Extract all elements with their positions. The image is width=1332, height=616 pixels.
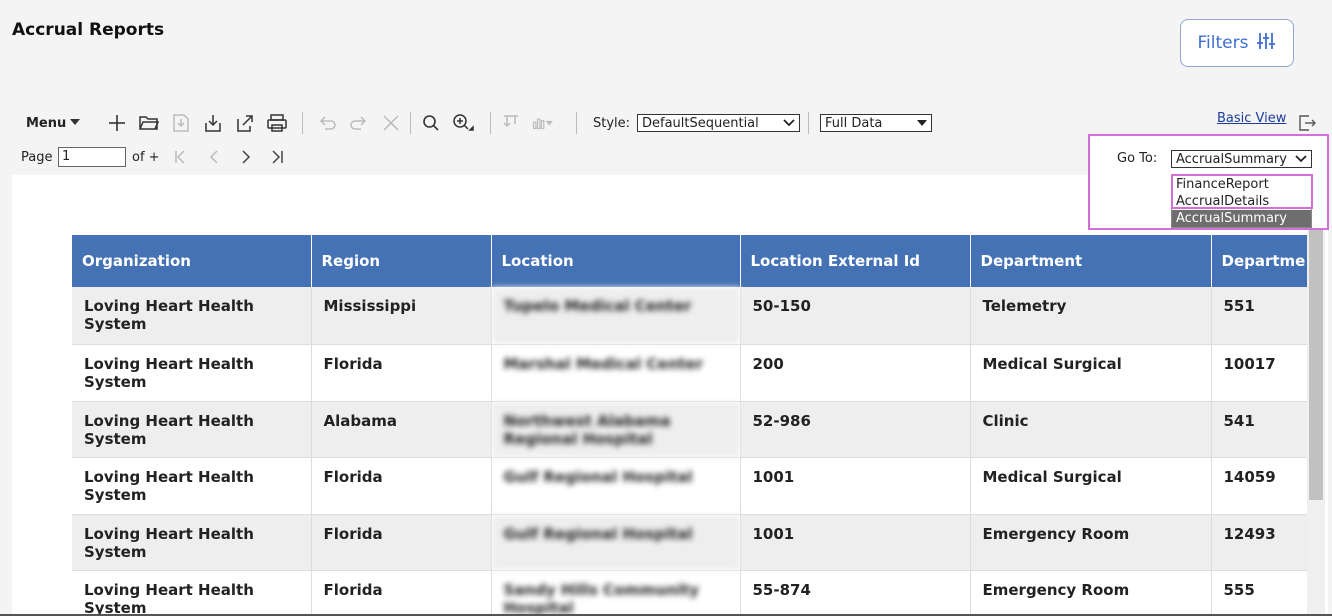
column-header[interactable]: Location xyxy=(491,235,741,287)
style-select[interactable]: DefaultSequential xyxy=(637,114,800,132)
chevron-down-icon xyxy=(783,116,795,131)
column-header[interactable]: Department xyxy=(970,235,1212,287)
goto-select[interactable]: AccrualSummary xyxy=(1171,150,1312,168)
report-area: Organization Region Location Location Ex… xyxy=(12,175,1328,616)
pivot-icon xyxy=(500,112,522,134)
filters-button[interactable]: Filters xyxy=(1180,19,1294,67)
zoom-in-icon[interactable] xyxy=(452,112,474,134)
next-page-icon[interactable] xyxy=(239,150,253,168)
page-input[interactable]: 1 xyxy=(58,147,126,167)
table-cell: Florida xyxy=(311,457,492,515)
table-row: Loving Heart Health System Florida Sandy… xyxy=(72,570,1316,616)
table-cell: Emergency Room xyxy=(970,570,1212,616)
table-cell: Loving Heart Health System xyxy=(72,344,312,402)
goto-label: Go To: xyxy=(1117,151,1158,166)
table-cell: Alabama xyxy=(311,401,492,458)
table-row: Loving Heart Health System Mississippi T… xyxy=(72,287,1316,345)
table-cell: Loving Heart Health System xyxy=(72,401,312,458)
plus-icon[interactable] xyxy=(106,112,128,134)
chevron-down-icon xyxy=(1295,152,1307,167)
menu-label: Menu xyxy=(26,115,67,131)
exit-icon[interactable] xyxy=(1296,112,1318,134)
table-cell: Medical Surgical xyxy=(970,344,1212,402)
table-cell: 551 xyxy=(1211,287,1316,345)
goto-select-value: AccrualSummary xyxy=(1176,151,1287,167)
table-cell: Gulf Regional Hospital xyxy=(491,457,741,515)
table-cell: 541 xyxy=(1211,401,1316,458)
table-cell: Florida xyxy=(311,514,492,571)
table-cell: Medical Surgical xyxy=(970,457,1212,515)
column-header[interactable]: Location External Id xyxy=(740,235,971,287)
table-cell: Florida xyxy=(311,570,492,616)
export-icon[interactable] xyxy=(234,112,256,134)
table-row: Loving Heart Health System Alabama North… xyxy=(72,401,1316,458)
table-cell: 50-150 xyxy=(740,287,971,345)
undo-icon xyxy=(316,112,338,134)
table-cell: Northwest Alabama Regional Hospital xyxy=(491,401,741,458)
table-row: Loving Heart Health System Florida Marsh… xyxy=(72,344,1316,402)
table-cell: Clinic xyxy=(970,401,1212,458)
table-cell: 10017 xyxy=(1211,344,1316,402)
redo-icon xyxy=(348,112,370,134)
table-header-row: Organization Region Location Location Ex… xyxy=(72,235,1316,287)
table-cell: Florida xyxy=(311,344,492,402)
close-icon xyxy=(380,112,402,134)
table-cell: Gulf Regional Hospital xyxy=(491,514,741,571)
caret-down-icon xyxy=(70,116,81,131)
table-row: Loving Heart Health System Florida Gulf … xyxy=(72,514,1316,571)
goto-option-selected[interactable]: AccrualSummary xyxy=(1172,210,1311,227)
table-cell: Mississippi xyxy=(311,287,492,345)
dropdown-highlight-box xyxy=(1171,174,1313,209)
table-cell: 14059 xyxy=(1211,457,1316,515)
table-cell: 12493 xyxy=(1211,514,1316,571)
table-cell: Loving Heart Health System xyxy=(72,457,312,515)
download-icon[interactable] xyxy=(202,112,224,134)
data-mode-select[interactable]: Full Data xyxy=(820,114,932,132)
search-icon[interactable] xyxy=(420,112,442,134)
table-cell: Tupelo Medical Center xyxy=(491,287,741,345)
table-cell: 1001 xyxy=(740,457,971,515)
column-header[interactable]: Departme xyxy=(1211,235,1316,287)
table-cell: 52-986 xyxy=(740,401,971,458)
table-cell: Loving Heart Health System xyxy=(72,287,312,345)
table-cell: Telemetry xyxy=(970,287,1212,345)
print-icon[interactable] xyxy=(266,112,288,134)
sliders-icon xyxy=(1256,31,1276,56)
previous-page-icon xyxy=(207,150,221,168)
chart-icon xyxy=(532,112,554,134)
table-cell: 55-874 xyxy=(740,570,971,616)
table-cell: Emergency Room xyxy=(970,514,1212,571)
table-row: Loving Heart Health System Florida Gulf … xyxy=(72,457,1316,515)
save-icon xyxy=(170,112,192,134)
table-cell: Marshal Medical Center xyxy=(491,344,741,402)
basic-view-link[interactable]: Basic View xyxy=(1217,111,1286,126)
style-select-value: DefaultSequential xyxy=(642,115,759,131)
table-cell: 1001 xyxy=(740,514,971,571)
style-label: Style: xyxy=(593,115,631,131)
table-cell: 555 xyxy=(1211,570,1316,616)
scrollbar-thumb[interactable] xyxy=(1309,195,1323,500)
page-title: Accrual Reports xyxy=(12,20,165,40)
table-cell: Loving Heart Health System xyxy=(72,514,312,571)
table-cell: Loving Heart Health System xyxy=(72,570,312,616)
column-header[interactable]: Organization xyxy=(72,235,312,287)
menu-button[interactable]: Menu xyxy=(26,106,81,140)
first-page-icon xyxy=(174,150,188,168)
table-cell: 200 xyxy=(740,344,971,402)
last-page-icon[interactable] xyxy=(270,150,284,168)
caret-down-icon xyxy=(917,116,927,131)
accrual-table: Organization Region Location Location Ex… xyxy=(72,235,1316,616)
table-cell: Sandy Hills Community Hospital xyxy=(491,570,741,616)
filters-label: Filters xyxy=(1197,33,1249,53)
page-label: Page xyxy=(21,150,53,165)
page-of-label: of + xyxy=(132,150,160,165)
folder-open-icon[interactable] xyxy=(138,112,160,134)
data-mode-value: Full Data xyxy=(825,115,883,131)
column-header[interactable]: Region xyxy=(311,235,492,287)
